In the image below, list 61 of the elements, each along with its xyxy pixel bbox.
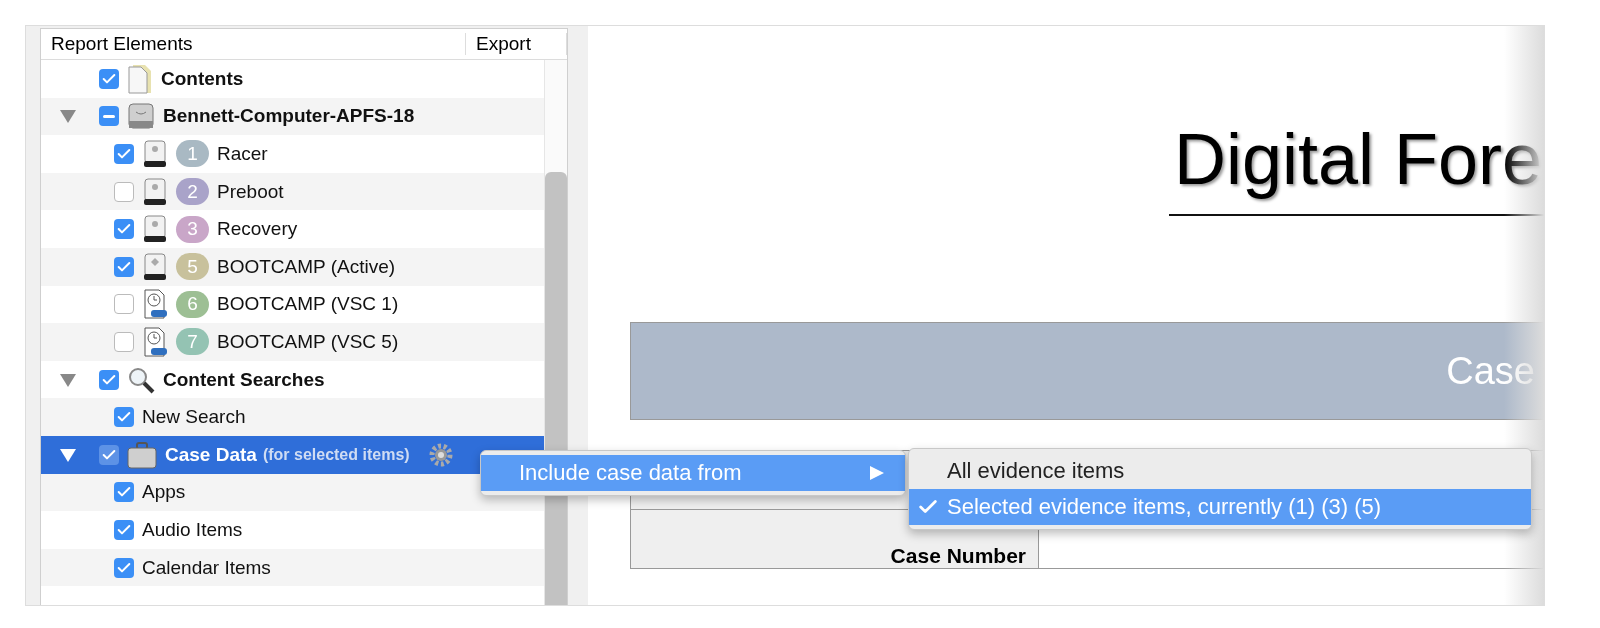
volume-number-badge: 6: [176, 290, 209, 318]
document-icon: [127, 63, 153, 94]
tree-row-label: Recovery: [217, 218, 298, 241]
tree-row-label: Calendar Items: [142, 556, 271, 579]
tree-row[interactable]: 2 Preboot: [41, 172, 544, 211]
volume-number-badge: 7: [176, 328, 209, 356]
checkbox[interactable]: [114, 219, 134, 240]
checkbox[interactable]: [114, 407, 134, 428]
tree-row[interactable]: New Search: [41, 398, 544, 436]
tree-row[interactable]: 7 BOOTCAMP (VSC 5): [41, 323, 544, 361]
tree-row-label: BOOTCAMP (Active): [217, 255, 396, 278]
checkbox[interactable]: [114, 519, 134, 540]
volume-number-badge: 3: [176, 215, 209, 243]
tree-row-note: (for selected items): [262, 445, 410, 464]
tree-row-label: Bennett-Computer-APFS-18: [163, 105, 415, 128]
hard-drive-icon: [127, 102, 155, 131]
drive-icon: [142, 252, 168, 281]
checkbox[interactable]: [99, 369, 119, 390]
checkbox[interactable]: [99, 444, 119, 465]
checkbox[interactable]: [114, 144, 134, 164]
dash-icon: [103, 114, 115, 118]
search-icon: [127, 365, 155, 394]
column-header[interactable]: Export: [466, 33, 567, 55]
menu-item[interactable]: All evidence items: [909, 453, 1531, 489]
column-header[interactable]: Report Elements: [41, 33, 466, 55]
tree-row-label: Contents: [161, 67, 244, 90]
checkbox[interactable]: [114, 256, 134, 277]
tree-row[interactable]: Bennett-Computer-APFS-18: [41, 97, 544, 136]
tree-row-label: Preboot: [217, 180, 284, 203]
checkbox[interactable]: [114, 557, 134, 578]
volume-number-badge: 5: [176, 253, 209, 281]
disclosure-triangle-icon[interactable]: [59, 108, 77, 125]
disclosure-triangle-icon[interactable]: [59, 446, 77, 463]
disclosure-triangle-icon[interactable]: [59, 371, 77, 388]
checkbox[interactable]: [114, 181, 134, 202]
tree-row-label: Case Data: [165, 443, 257, 466]
tree-row-label: Content Searches: [163, 368, 325, 391]
drive-icon: [142, 215, 168, 244]
tree-row[interactable]: Calendar Items: [41, 548, 544, 587]
tree-row-label: BOOTCAMP (VSC 1): [217, 293, 399, 316]
checkbox[interactable]: [114, 331, 134, 352]
checkbox[interactable]: [114, 294, 134, 315]
drive-icon: [142, 177, 168, 206]
tree-row-label: Racer: [217, 143, 268, 165]
volume-number-badge: 2: [176, 178, 209, 206]
gear-icon[interactable]: [427, 441, 454, 468]
briefcase-icon: [127, 440, 157, 469]
drive-icon: [142, 140, 168, 168]
section-banner: Case: [630, 322, 1544, 420]
volume-number-badge: 1: [176, 140, 209, 168]
tree-row-label: New Search: [142, 406, 246, 429]
tree-row-label: Apps: [142, 481, 186, 504]
checkbox[interactable]: [99, 68, 119, 89]
checkbox[interactable]: [114, 482, 134, 503]
clock-document-icon: [142, 326, 168, 357]
report-title: Digital Fore: [1169, 116, 1544, 216]
tree-row-label: BOOTCAMP (VSC 5): [217, 330, 399, 353]
clock-document-icon: [142, 289, 168, 320]
tree-row[interactable]: 5 BOOTCAMP (Active): [41, 247, 544, 286]
tree-row-label: Audio Items: [142, 518, 243, 541]
checkbox[interactable]: [99, 106, 119, 127]
